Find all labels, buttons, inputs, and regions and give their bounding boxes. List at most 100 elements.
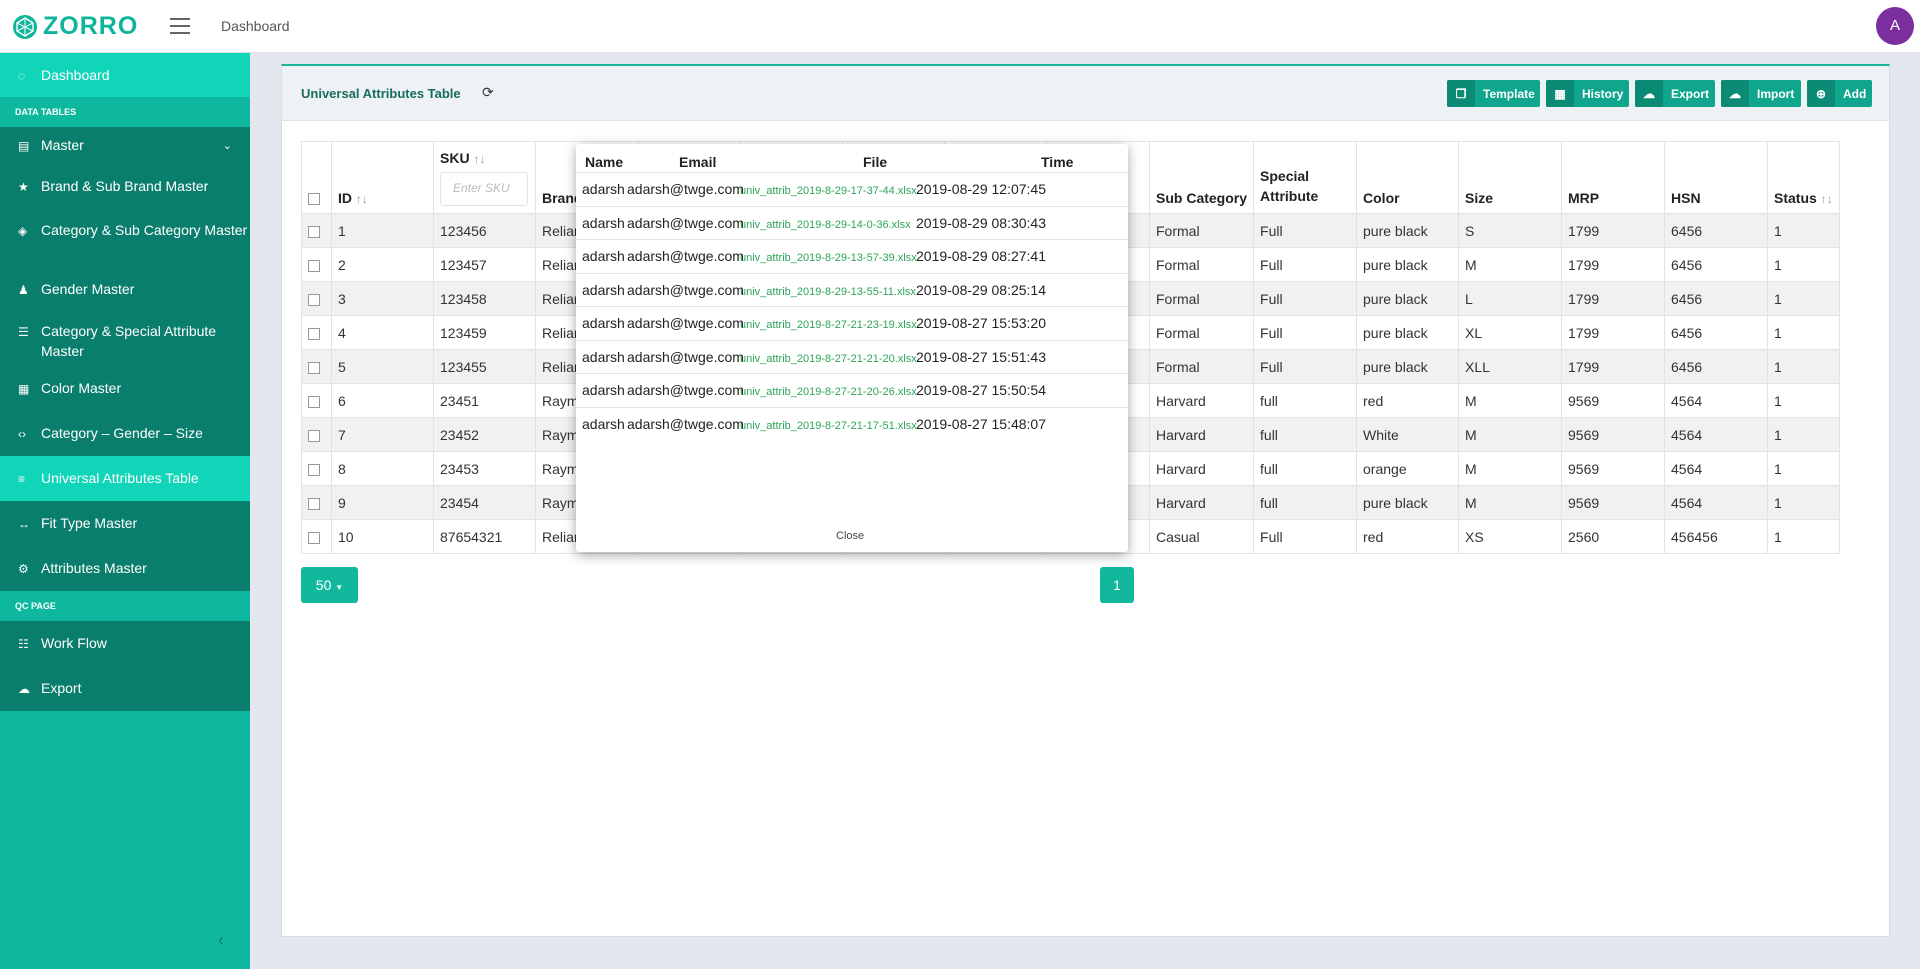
sidebar-item-export[interactable]: ☁ Export	[0, 666, 250, 711]
avatar[interactable]: A	[1876, 7, 1914, 45]
cell-sub_category: Formal	[1148, 247, 1255, 282]
breadcrumb[interactable]: Dashboard	[221, 18, 290, 34]
column-size[interactable]: Size	[1458, 141, 1563, 214]
history-time: 2019-08-29 08:30:43	[916, 214, 1046, 231]
row-checkbox[interactable]	[301, 213, 332, 248]
sort-icon[interactable]: ↑↓	[473, 152, 485, 166]
row-checkbox[interactable]	[301, 417, 332, 452]
history-name: adarsh	[582, 348, 625, 365]
cell-status: 1	[1767, 315, 1840, 350]
cell-color: White	[1356, 417, 1460, 452]
sidebar-item-category-gender-size[interactable]: ‹› Category – Gender – Size	[0, 411, 250, 456]
cell-sku: 23453	[433, 451, 536, 486]
dashboard-icon: ◌	[18, 69, 26, 83]
cell-status: 1	[1767, 281, 1840, 316]
file-link[interactable]: univ_attrib_2019-8-27-21-21-20.xlsx	[740, 353, 917, 365]
cell-sub_category: Formal	[1148, 213, 1255, 248]
file-link[interactable]: univ_attrib_2019-8-27-21-23-19.xlsx	[740, 319, 917, 331]
cell-color: pure black	[1356, 281, 1460, 316]
history-email: adarsh@twge.com	[627, 382, 744, 398]
history-time: 2019-08-27 15:51:43	[916, 348, 1046, 365]
cell-special: Full	[1253, 519, 1358, 554]
cell-mrp: 9569	[1561, 485, 1666, 520]
cell-id: 6	[331, 383, 434, 418]
column-mrp[interactable]: MRP	[1561, 141, 1666, 214]
history-row: adarsh adarsh@twge.com univ_attrib_2019-8-…	[576, 406, 1128, 441]
cell-hsn: 6456	[1664, 247, 1769, 282]
row-checkbox[interactable]	[301, 247, 332, 282]
sidebar-item-universal-attributes[interactable]: ≡ Universal Attributes Table	[0, 456, 250, 501]
cell-sub_category: Formal	[1148, 315, 1255, 350]
cell-status: 1	[1767, 247, 1840, 282]
cell-sku: 123458	[433, 281, 536, 316]
cell-sub_category: Harvard	[1148, 451, 1255, 486]
file-link[interactable]: univ_attrib_2019-8-29-13-57-39.xlsx	[740, 252, 917, 264]
column-sku[interactable]: SKU ↑↓ Enter SKU	[433, 141, 536, 214]
row-checkbox[interactable]	[301, 383, 332, 418]
logo[interactable]: ZORRO	[12, 12, 138, 41]
add-button[interactable]: ⊕ Add	[1807, 80, 1872, 107]
file-link[interactable]: univ_attrib_2019-8-27-21-17-51.xlsx	[740, 420, 917, 432]
column-sub-category[interactable]: Sub Category	[1148, 141, 1255, 214]
column-id[interactable]: ID ↑↓	[331, 141, 434, 214]
export-button[interactable]: ☁ Export	[1635, 80, 1715, 107]
cell-id: 9	[331, 485, 434, 520]
caret-down-icon: ▼	[335, 583, 344, 592]
sidebar-item-category[interactable]: ◈ Category & Sub Category Master	[0, 209, 250, 265]
column-hsn[interactable]: HSN	[1664, 141, 1769, 214]
import-button[interactable]: ☁ Import	[1721, 80, 1801, 107]
column-color[interactable]: Color	[1356, 141, 1460, 214]
template-button[interactable]: ❐ Template	[1447, 80, 1540, 107]
history-button[interactable]: ▦ History	[1546, 80, 1629, 107]
menu-toggle-icon[interactable]	[170, 18, 190, 34]
cell-special: Full	[1253, 349, 1358, 384]
sort-icon[interactable]: ↑↓	[356, 192, 368, 206]
row-checkbox[interactable]	[301, 315, 332, 350]
sidebar-item-color[interactable]: ▦ Color Master	[0, 366, 250, 411]
history-time: 2019-08-27 15:50:54	[916, 382, 1046, 398]
file-link[interactable]: univ_attrib_2019-8-29-17-37-44.xlsx	[740, 185, 917, 197]
close-button[interactable]: Close	[836, 530, 864, 542]
sidebar-item-special-attribute[interactable]: ☰ Category & Special Attribute Master	[0, 310, 250, 366]
cell-mrp: 1799	[1561, 315, 1666, 350]
top-bar: ZORRO Dashboard A	[0, 0, 1920, 53]
sidebar-item-gender[interactable]: ♟ Gender Master	[0, 265, 250, 310]
sidebar-item-master[interactable]: ▤ Master ⌄	[0, 127, 250, 164]
sidebar-item-attributes[interactable]: ⚙ Attributes Master	[0, 546, 250, 591]
cell-status: 1	[1767, 349, 1840, 384]
sort-icon[interactable]: ↑↓	[1821, 192, 1833, 206]
file-link[interactable]: univ_attrib_2019-8-27-21-20-26.xlsx	[740, 386, 917, 398]
sidebar-item-fit-type[interactable]: ↔ Fit Type Master	[0, 501, 250, 546]
page-button-1[interactable]: 1	[1100, 567, 1134, 603]
file-link[interactable]: univ_attrib_2019-8-29-13-55-11.xlsx	[740, 286, 916, 298]
history-email: adarsh@twge.com	[627, 248, 744, 264]
cell-hsn: 456456	[1664, 519, 1769, 554]
history-time: 2019-08-27 15:53:20	[916, 315, 1046, 331]
history-name: adarsh	[582, 248, 625, 264]
sidebar-collapse-icon[interactable]: ‹	[218, 930, 224, 951]
refresh-icon[interactable]: ⟳	[482, 84, 494, 101]
column-status[interactable]: Status ↑↓	[1767, 141, 1840, 214]
sidebar-item-brand[interactable]: ★ Brand & Sub Brand Master	[0, 164, 250, 209]
file-link[interactable]: univ_attrib_2019-8-29-14-0-36.xlsx	[740, 219, 911, 231]
cell-id: 8	[331, 451, 434, 486]
row-checkbox[interactable]	[301, 349, 332, 384]
row-checkbox[interactable]	[301, 485, 332, 520]
sidebar-item-dashboard[interactable]: ◌ Dashboard	[0, 53, 250, 97]
row-checkbox[interactable]	[301, 281, 332, 316]
sliders-icon: ☰	[18, 325, 29, 339]
column-special-attribute[interactable]: Special Attribute	[1253, 141, 1358, 214]
sku-filter-input[interactable]: Enter SKU	[440, 172, 528, 206]
cell-sub_category: Harvard	[1148, 383, 1255, 418]
cell-sub_category: Harvard	[1148, 485, 1255, 520]
cell-status: 1	[1767, 485, 1840, 520]
cell-color: pure black	[1356, 213, 1460, 248]
list-alt-icon: ☷	[18, 637, 29, 651]
star-icon: ★	[18, 180, 29, 194]
cell-sku: 23452	[433, 417, 536, 452]
row-checkbox[interactable]	[301, 519, 332, 554]
row-checkbox[interactable]	[301, 451, 332, 486]
select-all-checkbox[interactable]	[301, 141, 332, 214]
sidebar-item-work-flow[interactable]: ☷ Work Flow	[0, 621, 250, 666]
page-size-dropdown[interactable]: 50 ▼	[301, 567, 358, 603]
